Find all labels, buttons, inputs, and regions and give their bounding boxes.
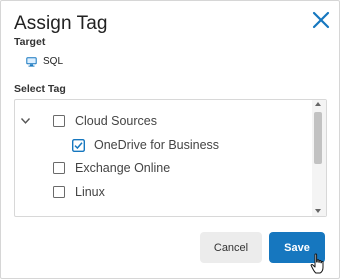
scroll-up-arrow-icon[interactable] xyxy=(315,102,321,106)
target-value: SQL xyxy=(43,56,64,67)
checkbox-unchecked[interactable] xyxy=(53,186,65,198)
target-section-label: Target xyxy=(14,36,46,48)
hand-pointer-icon xyxy=(310,253,324,274)
check-icon[interactable] xyxy=(72,138,85,152)
tree-item-label: Exchange Online xyxy=(75,161,171,175)
checkbox-unchecked[interactable] xyxy=(53,162,65,174)
scrollbar-thumb[interactable] xyxy=(314,112,322,164)
checkbox-unchecked[interactable] xyxy=(53,115,65,127)
assign-tag-dialog: Assign Tag Target SQL Select Tag Cloud S… xyxy=(0,0,340,279)
dialog-title: Assign Tag xyxy=(14,13,108,34)
cancel-button[interactable]: Cancel xyxy=(200,232,262,263)
tree-item-label: Cloud Sources xyxy=(75,114,157,128)
tree-item-linux[interactable]: Linux xyxy=(53,182,105,202)
tree-item-onedrive[interactable]: OneDrive for Business xyxy=(72,135,219,155)
scroll-down-arrow-icon[interactable] xyxy=(315,209,321,213)
target-item: SQL xyxy=(26,56,63,67)
chevron-down-icon[interactable] xyxy=(20,117,31,125)
tree-item-exchange-online[interactable]: Exchange Online xyxy=(53,158,170,178)
monitor-icon xyxy=(26,56,37,67)
select-tag-section-label: Select Tag xyxy=(14,83,66,95)
tree-item-label: Linux xyxy=(75,185,105,199)
close-icon[interactable] xyxy=(310,9,332,31)
tree-item-label: OneDrive for Business xyxy=(94,138,220,152)
tree-item-cloud-sources[interactable]: Cloud Sources xyxy=(53,111,157,131)
